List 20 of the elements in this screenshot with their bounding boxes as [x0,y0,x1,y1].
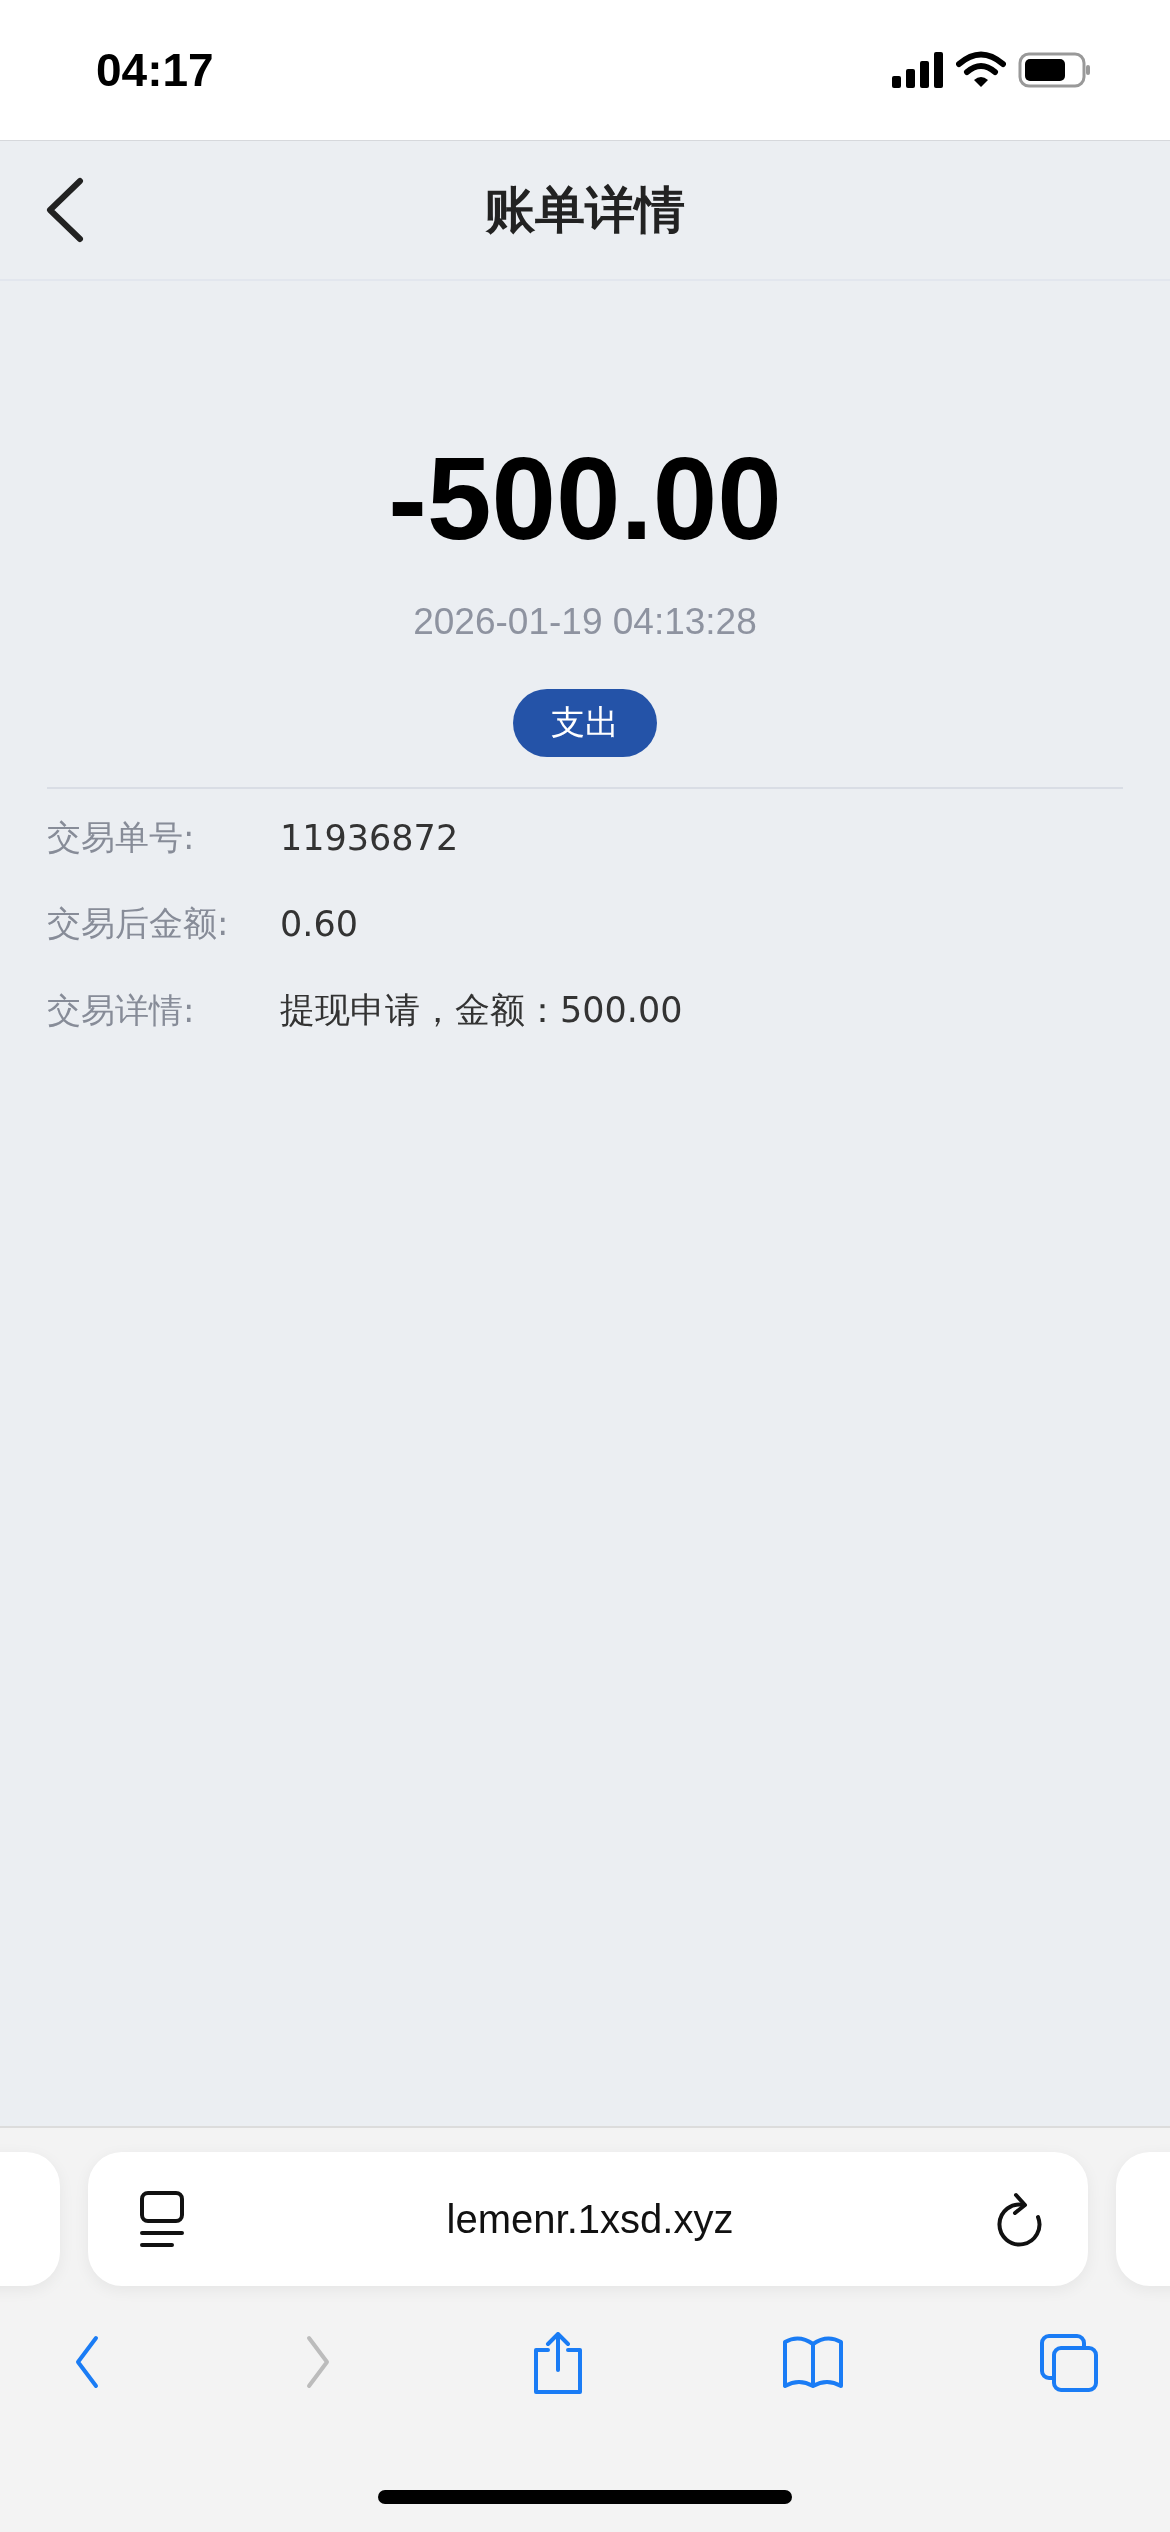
battery-icon [1018,52,1092,88]
signal-icon [892,52,944,88]
type-badge: 支出 [513,689,657,757]
address-bar[interactable]: lemenr.1xsd.xyz [88,2152,1088,2286]
detail-value: 提现申请，金额：500.00 [280,989,683,1032]
detail-value: 0.60 [280,904,358,944]
detail-label: 交易详情: [47,988,196,1032]
wifi-icon [956,51,1006,89]
page-title: 账单详情 [484,179,686,241]
detail-label: 交易单号: [47,816,196,859]
reload-icon[interactable] [994,2191,1044,2247]
detail-value: 11936872 [280,818,459,858]
tabs-icon[interactable] [1038,2332,1100,2394]
page-menu-icon [138,2189,186,2249]
transaction-time: 2026-01-19 04:13:28 [413,601,757,643]
amount: -500.00 [388,441,782,557]
detail-label: 交易后金额: [47,902,230,945]
url-text: lemenr.1xsd.xyz [446,2196,734,2242]
status-time: 04:17 [96,43,214,97]
back-button[interactable] [44,177,86,243]
